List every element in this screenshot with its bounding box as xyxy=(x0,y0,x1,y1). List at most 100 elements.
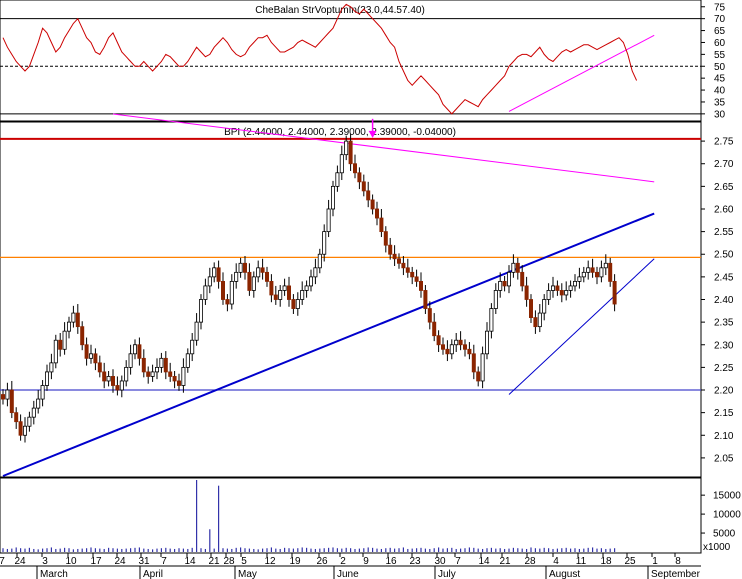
candle-body-82 xyxy=(361,181,366,192)
candle-body-126 xyxy=(555,285,560,291)
indicator-y-tick-label-5: 55 xyxy=(714,50,726,61)
candle-body-50 xyxy=(220,280,225,300)
candle-body-138 xyxy=(608,262,613,282)
x-day-tick-label-25: 11 xyxy=(576,556,587,567)
candle-body-19 xyxy=(84,344,89,359)
volume-bar-122 xyxy=(539,548,541,552)
candle-body-137 xyxy=(603,262,608,269)
volume-bar-38 xyxy=(169,548,171,552)
volume-bar-108 xyxy=(477,548,479,552)
volume-bar-93 xyxy=(411,548,413,552)
x-month-label-4: July xyxy=(438,569,456,579)
volume-bar-78 xyxy=(345,547,347,552)
candle-body-99 xyxy=(436,335,441,346)
volume-bar-53 xyxy=(235,547,237,552)
indicator-y-tick-label-2: 40 xyxy=(714,86,726,97)
volume-bar-58 xyxy=(257,549,259,552)
candle-body-94 xyxy=(414,276,419,282)
price-y-tick-label-0: 2.05 xyxy=(714,453,734,464)
volume-bar-117 xyxy=(517,548,519,552)
volume-bar-46 xyxy=(204,548,206,552)
price-y-tick-label-10: 2.55 xyxy=(714,227,734,238)
volume-bar-134 xyxy=(592,547,594,552)
volume-bar-104 xyxy=(460,548,462,552)
candle-body-123 xyxy=(542,299,547,314)
volume-bar-41 xyxy=(182,548,184,552)
candle-body-105 xyxy=(462,344,467,350)
x-day-tick-label-12: 12 xyxy=(264,556,276,567)
x-month-label-2: May xyxy=(238,569,257,579)
candle-body-43 xyxy=(190,339,195,355)
candle-body-75 xyxy=(330,185,335,210)
price-y-tick-label-8: 2.45 xyxy=(714,272,734,283)
candle-body-112 xyxy=(493,290,498,309)
x-day-tick-label-6: 31 xyxy=(138,556,150,567)
volume-bar-103 xyxy=(455,548,457,552)
volume-bar-125 xyxy=(552,548,554,552)
volume-bar-85 xyxy=(376,548,378,552)
candle-body-15 xyxy=(67,321,72,332)
candle-body-96 xyxy=(423,290,428,309)
volume-bar-17 xyxy=(77,548,79,552)
candle-body-131 xyxy=(577,276,582,282)
volume-bar-59 xyxy=(262,548,264,552)
volume-bar-32 xyxy=(143,548,145,552)
candle-body-60 xyxy=(264,271,269,282)
volume-bar-57 xyxy=(253,548,255,552)
candle-body-118 xyxy=(520,271,525,287)
x-day-tick-label-21: 14 xyxy=(478,556,490,567)
x-day-tick-label-8: 14 xyxy=(184,556,196,567)
volume-bar-90 xyxy=(398,548,400,552)
candle-body-2 xyxy=(9,389,14,414)
candle-body-110 xyxy=(484,330,489,355)
candle-body-89 xyxy=(392,253,397,260)
x-day-tick-label-27: 25 xyxy=(624,556,636,567)
candle-body-119 xyxy=(524,285,529,300)
volume-bar-81 xyxy=(358,548,360,552)
volume-y-tick-label-2: 15000 xyxy=(713,491,741,502)
volume-bar-27 xyxy=(121,548,123,552)
candle-body-113 xyxy=(498,280,503,291)
candle-body-10 xyxy=(45,371,50,386)
price-y-tick-label-9: 2.50 xyxy=(714,250,734,261)
candle-body-95 xyxy=(418,280,423,291)
candle-body-129 xyxy=(568,285,573,291)
candle-body-13 xyxy=(58,339,63,350)
volume-bar-72 xyxy=(319,548,321,552)
volume-y-tick-label-1: 10000 xyxy=(713,510,741,521)
candle-body-9 xyxy=(40,385,45,400)
candle-body-114 xyxy=(502,280,507,287)
volume-bar-11 xyxy=(50,547,52,552)
volume-bar-47 xyxy=(209,529,211,552)
x-day-tick-label-4: 17 xyxy=(90,556,102,567)
price-y-tick-label-13: 2.70 xyxy=(714,159,734,170)
x-day-tick-label-19: 30 xyxy=(434,556,446,567)
volume-bar-83 xyxy=(367,547,369,552)
volume-bar-51 xyxy=(226,548,228,552)
price-y-tick-label-4: 2.25 xyxy=(714,363,734,374)
candle-body-128 xyxy=(564,290,569,296)
volume-bar-126 xyxy=(556,548,558,552)
volume-bar-119 xyxy=(526,548,528,552)
volume-bar-62 xyxy=(275,548,277,552)
volume-bar-107 xyxy=(473,547,475,552)
candle-body-32 xyxy=(141,357,146,373)
volume-bar-33 xyxy=(147,548,149,552)
candle-body-55 xyxy=(242,262,247,273)
volume-bar-60 xyxy=(266,548,268,552)
candle-body-0 xyxy=(0,394,6,400)
candle-body-93 xyxy=(410,271,415,278)
candle-body-14 xyxy=(62,330,67,350)
candle-body-107 xyxy=(471,353,476,373)
candle-body-56 xyxy=(247,271,252,291)
candle-body-59 xyxy=(260,267,265,273)
volume-bar-105 xyxy=(464,548,466,552)
volume-bar-112 xyxy=(495,548,497,552)
candle-body-29 xyxy=(128,353,133,368)
candle-body-86 xyxy=(379,217,384,233)
candle-body-135 xyxy=(595,271,600,278)
candle-body-72 xyxy=(317,253,322,269)
candle-body-12 xyxy=(53,339,58,364)
x-day-tick-label-20: 7 xyxy=(455,556,461,567)
candle-body-120 xyxy=(529,299,534,319)
